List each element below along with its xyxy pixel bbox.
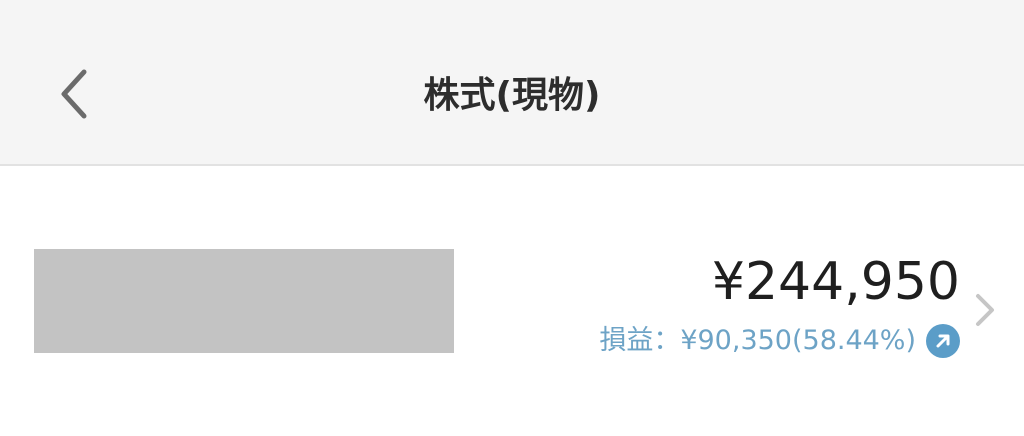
arrow-up-right-icon [926, 324, 960, 358]
profit-loss-label: 損益：¥90,350(58.44%) [599, 325, 916, 356]
nav-header: 株式(現物) [0, 0, 1024, 166]
holding-value: ¥244,950 [711, 252, 960, 312]
page-title: 株式(現物) [423, 75, 601, 116]
redacted-holding-name [34, 249, 454, 353]
chevron-right-icon [970, 290, 1000, 330]
holding-row[interactable]: ¥244,950 損益：¥90,350(58.44%) [0, 166, 1024, 436]
profit-loss: 損益：¥90,350(58.44%) [599, 316, 960, 366]
